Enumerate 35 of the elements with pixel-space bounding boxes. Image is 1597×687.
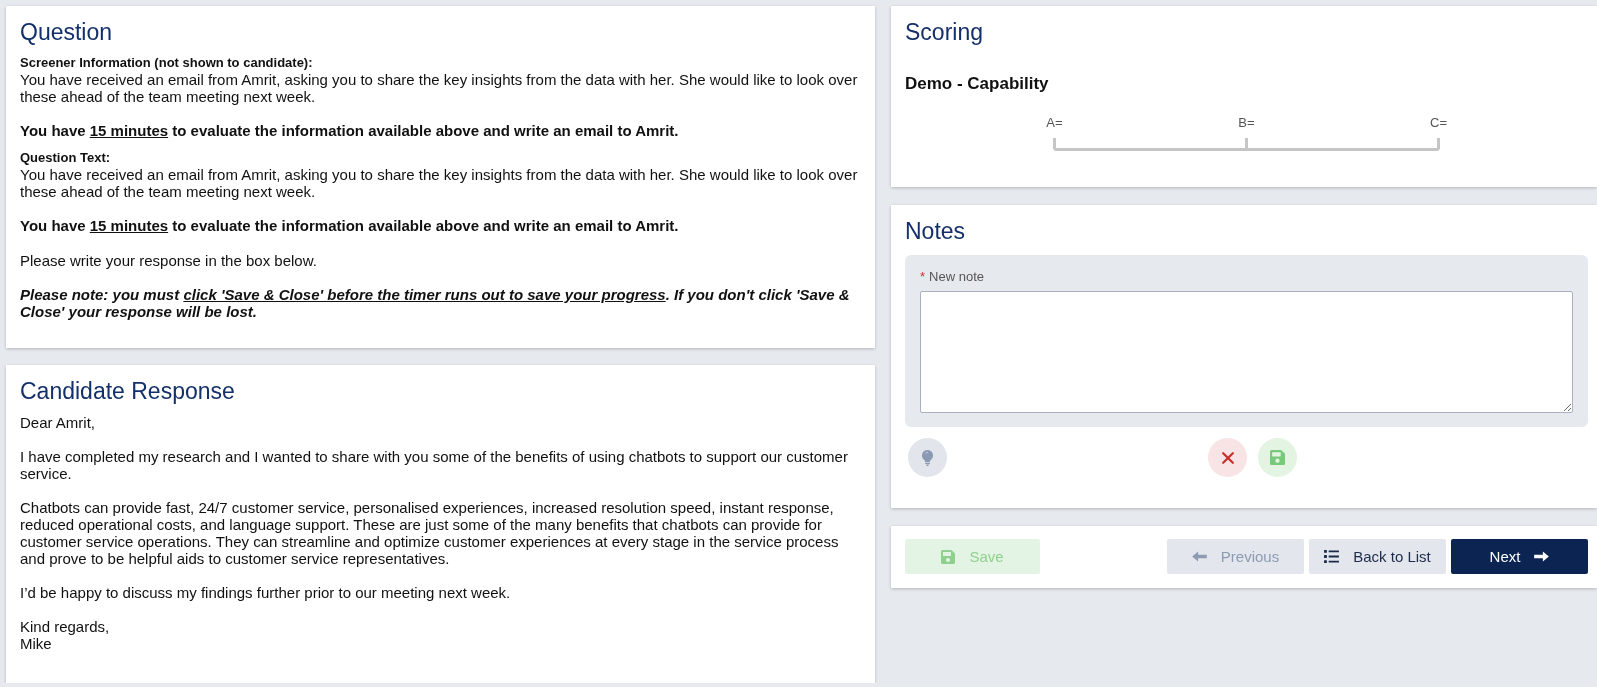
list-icon xyxy=(1324,550,1340,563)
scale-label: C= xyxy=(1430,115,1447,130)
question-text: You have received an email from Amrit, asking you to share the key insights from the data with her. She would like to look over these ahead of the team meeting next week. xyxy=(20,166,859,200)
question-text: You have received an email from Amrit, asking you to share the key insights from the data with her. She would like to look over these ahead of the team meeting next week. xyxy=(20,71,859,105)
panel-title: Scoring xyxy=(905,19,983,45)
cancel-button[interactable] xyxy=(1208,438,1247,477)
next-button[interactable]: Next xyxy=(1451,539,1588,574)
lightbulb-icon xyxy=(922,449,933,466)
hint-button[interactable] xyxy=(908,438,947,477)
rating-scale-track[interactable] xyxy=(1053,138,1440,151)
arrow-left-icon xyxy=(1191,551,1207,562)
panel-title: Notes xyxy=(905,218,966,244)
back-to-list-button[interactable]: Back to List xyxy=(1309,539,1446,574)
panel-title: Candidate Response xyxy=(20,378,235,404)
response-paragraph: Dear Amrit, xyxy=(20,414,96,431)
question-text: Please write your response in the box below. xyxy=(20,252,318,269)
response-paragraph: I’d be happy to discuss my findings further prior to our meeting next week. xyxy=(20,584,512,601)
scale-label: A= xyxy=(1046,115,1063,130)
response-paragraph: Chatbots can provide fast, 24/7 customer service, personalised experiences, increased resolution speed, instant response, reduced operational costs, and language support. These are just some of the many benefits that chatbots can provide for customer service operations. They can streamline and optimize customer experiences at every stage in the service process and prove to be helpful aids to customer service representatives. xyxy=(20,499,840,567)
response-paragraph: Kind regards, Mike xyxy=(20,618,111,652)
note-field[interactable] xyxy=(920,291,1573,413)
response-paragraph: I have completed my research and I wanted to share with you some of the benefits of using chatbots to support our customer service. xyxy=(20,448,849,482)
panel-title: Question xyxy=(20,19,113,45)
required-mark: * xyxy=(920,270,926,284)
close-icon xyxy=(1221,451,1234,464)
question-label: Question Text: xyxy=(20,150,112,166)
save-note-button[interactable] xyxy=(1258,438,1297,477)
scale-label: B= xyxy=(1238,115,1255,130)
field-label: New note xyxy=(929,270,984,284)
instruction-text: You have 15 minutes to evaluate the information available above and write an email to Amrit. xyxy=(20,122,680,140)
question-label: Screener Information (not shown to candidate): xyxy=(20,55,314,71)
arrow-right-icon xyxy=(1534,551,1550,562)
criterion-title: Demo - Capability xyxy=(905,74,1049,94)
warning-note: Please note: you must click 'Save & Close' before the timer runs out to save your progress. If you don't click 'Save & Close' your response will be lost. xyxy=(20,286,851,320)
instruction-text: You have 15 minutes to evaluate the information available above and write an email to Amrit. xyxy=(20,217,680,235)
